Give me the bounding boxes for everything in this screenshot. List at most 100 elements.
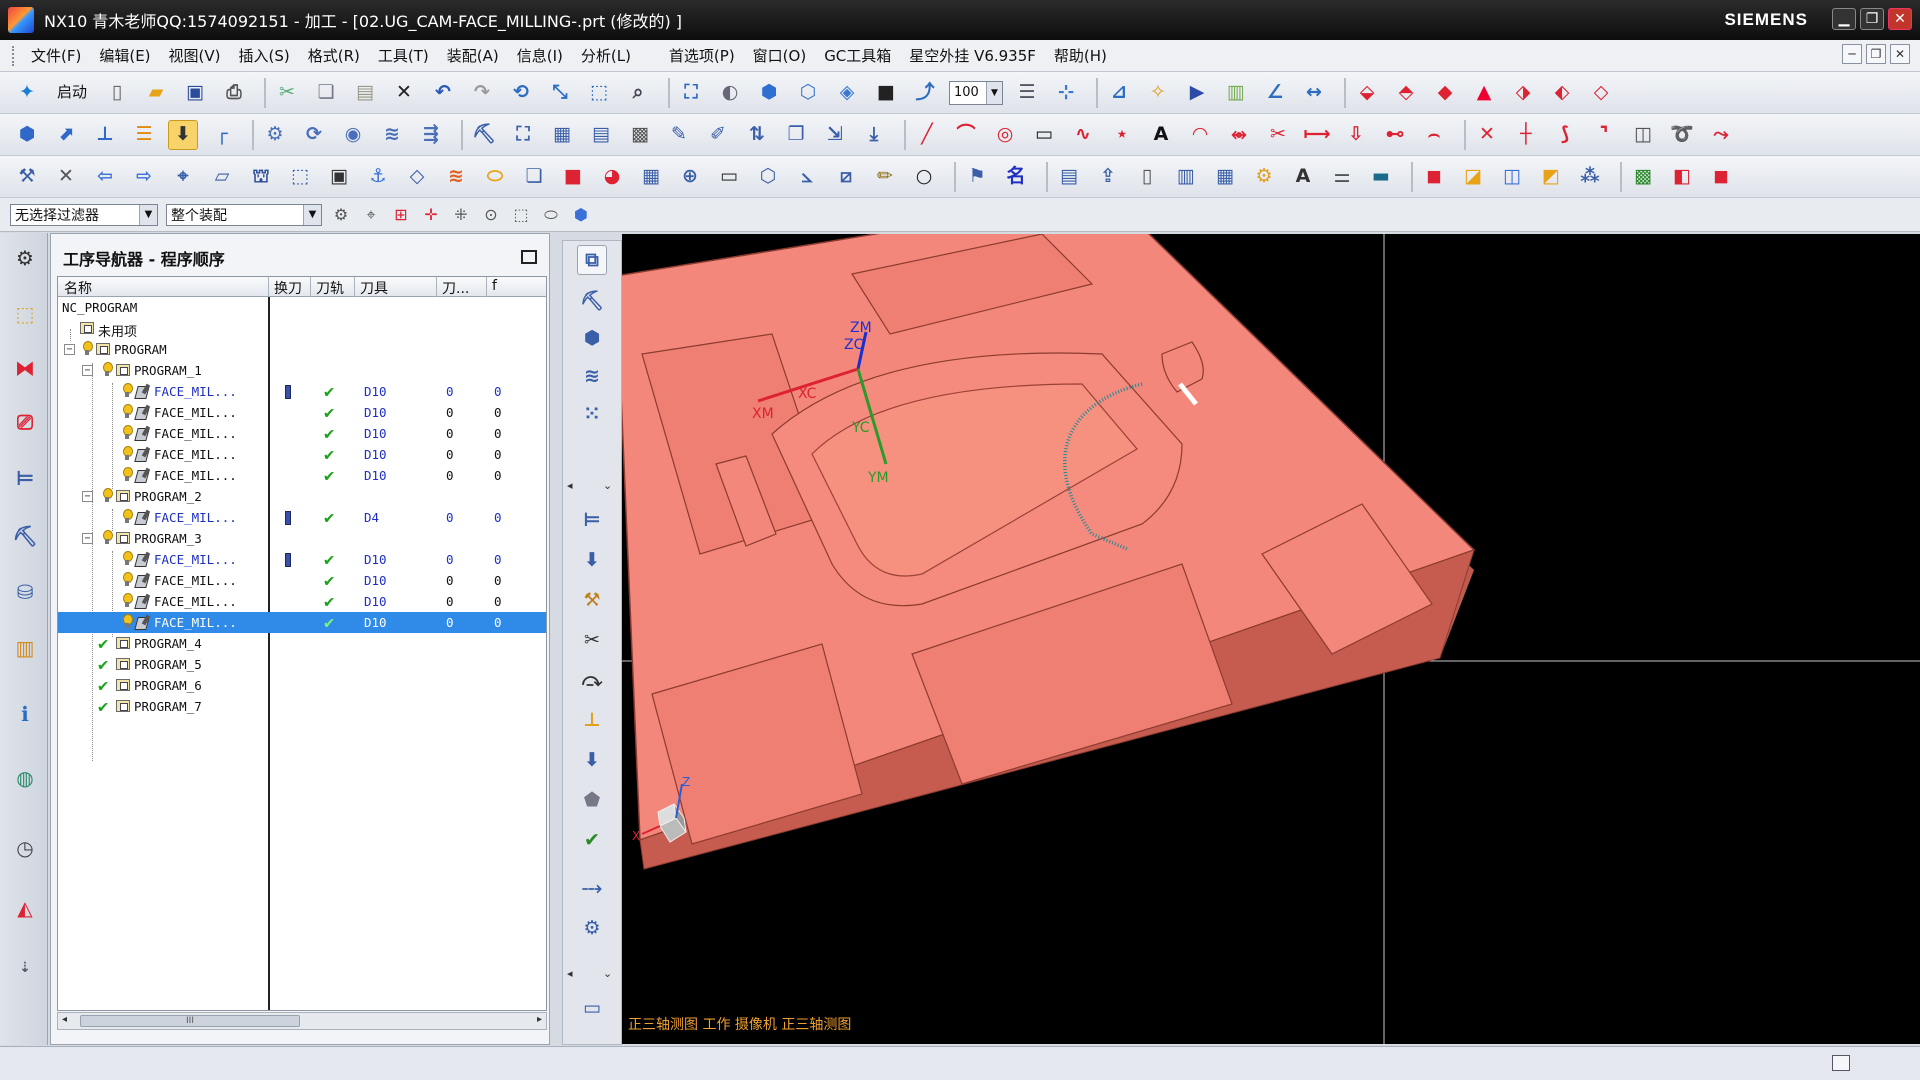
annotation-icon[interactable]: A bbox=[1288, 162, 1318, 192]
trim-icon[interactable]: ✂ bbox=[1263, 120, 1293, 150]
feature-extrude-icon[interactable]: ▲ bbox=[1469, 78, 1499, 108]
solid-pie-icon[interactable]: ◕ bbox=[597, 162, 627, 192]
color-cube-icon[interactable]: ◧ bbox=[1667, 162, 1697, 192]
helix-icon[interactable]: ➰ bbox=[1667, 120, 1697, 150]
scroll-thumb[interactable]: III bbox=[80, 1015, 300, 1027]
output-icon[interactable]: ▭ bbox=[577, 993, 607, 1023]
cut-params-icon[interactable]: ✂ bbox=[577, 625, 607, 655]
replay-toolpath-icon[interactable]: ⟳ bbox=[299, 120, 329, 150]
rect-select-icon[interactable]: ▭ bbox=[714, 162, 744, 192]
blue-cubes-icon[interactable]: ◫ bbox=[1497, 162, 1527, 192]
type-filter-combo[interactable]: 无选择过滤器 ▼ bbox=[10, 203, 158, 226]
tool-path-edit-icon[interactable]: ✐ bbox=[703, 120, 733, 150]
object-move-icon[interactable]: ⇲ bbox=[820, 120, 850, 150]
tool-library-icon[interactable]: ✕ bbox=[51, 162, 81, 192]
select-body-icon[interactable]: ⬭ bbox=[540, 204, 562, 226]
stock-icon[interactable]: ▱ bbox=[207, 162, 237, 192]
column-header-extra[interactable]: f bbox=[492, 278, 497, 294]
palette-icon[interactable]: ◭ bbox=[10, 893, 40, 923]
machine-icon[interactable]: ⛫ bbox=[246, 162, 276, 192]
grid-icon[interactable]: ▦ bbox=[636, 162, 666, 192]
chevron-down-icon[interactable]: ▼ bbox=[303, 204, 321, 225]
machine-navigator-icon[interactable]: ⛏ bbox=[10, 521, 40, 551]
maximize-panel-icon[interactable] bbox=[521, 250, 537, 264]
tree-row-operation[interactable]: FACE_MIL... ✔ D10 0 0 bbox=[58, 465, 546, 486]
tree-row-operation-selected[interactable]: FACE_MIL... ✔ D10 0 0 bbox=[58, 612, 546, 633]
snap-point-icon[interactable]: ⊞ bbox=[390, 204, 412, 226]
maximize-button[interactable]: ❐ bbox=[1860, 8, 1884, 30]
doc-close-button[interactable]: ✕ bbox=[1890, 44, 1910, 64]
engage-retract-icon[interactable]: ⬇ bbox=[577, 545, 607, 575]
scroll-right-icon[interactable]: ▸ bbox=[537, 1014, 542, 1025]
geometry-view-icon[interactable]: ⛶ bbox=[508, 120, 538, 150]
tree-row-program-1[interactable]: − PROGRAM_1 bbox=[58, 360, 546, 381]
assembly-navigator-icon[interactable]: ⧓ bbox=[10, 353, 40, 383]
arrow-right-icon[interactable]: ⇨ bbox=[129, 162, 159, 192]
machine-view-icon[interactable]: ⛏ bbox=[469, 120, 499, 150]
post-icon[interactable]: ⚙ bbox=[577, 913, 607, 943]
method-view-icon[interactable]: ▦ bbox=[547, 120, 577, 150]
post-process-icon[interactable]: ⇶ bbox=[416, 120, 446, 150]
iso-view-icon[interactable]: ◈ bbox=[832, 78, 862, 108]
snap-intersection-icon[interactable]: ⁜ bbox=[450, 204, 472, 226]
column-header-tool-change[interactable]: 换刀 bbox=[274, 278, 302, 298]
zoom-icon[interactable]: ⌕ bbox=[623, 78, 653, 108]
text-icon[interactable]: A bbox=[1146, 120, 1176, 150]
column-divider[interactable] bbox=[268, 277, 269, 297]
menu-analysis[interactable]: 分析(L) bbox=[572, 45, 640, 66]
rename-icon[interactable]: 名 bbox=[1001, 162, 1031, 192]
info-icon[interactable]: ℹ bbox=[10, 699, 40, 729]
line-icon[interactable]: ╱ bbox=[912, 120, 942, 150]
tree-row-program-4[interactable]: ✔ PROGRAM_4 bbox=[58, 633, 546, 654]
intersect-curve-icon[interactable]: ✕ bbox=[1472, 120, 1502, 150]
wrench-icon[interactable]: ⚒ bbox=[577, 585, 607, 615]
tree-row-operation[interactable]: FACE_MIL... ✔ D10 0 0 bbox=[58, 570, 546, 591]
constraint-navigator-icon[interactable]: ⎚ bbox=[10, 407, 40, 437]
part-navigator-icon[interactable]: ⬚ bbox=[10, 299, 40, 329]
selection-scope-combo[interactable]: 整个装配 ▼ bbox=[166, 203, 322, 226]
display-geometry-icon[interactable]: ⧉ bbox=[577, 245, 607, 275]
transfer-icon[interactable]: ⤏ bbox=[577, 873, 607, 903]
chevron-down-icon[interactable]: ▼ bbox=[986, 81, 1003, 104]
menu-insert[interactable]: 插入(S) bbox=[230, 45, 299, 66]
new-file-icon[interactable]: ▯ bbox=[102, 78, 132, 108]
create-tool-icon[interactable]: ⬈ bbox=[51, 120, 81, 150]
tree-row-program-3[interactable]: − PROGRAM_3 bbox=[58, 528, 546, 549]
tree-row-program[interactable]: − PROGRAM bbox=[58, 339, 546, 360]
gear-icon[interactable]: ⚙ bbox=[1249, 162, 1279, 192]
corner-icon[interactable]: ⌝ bbox=[1589, 120, 1619, 150]
feature-blend-icon[interactable]: ⬖ bbox=[1547, 78, 1577, 108]
tree-row-operation[interactable]: FACE_MIL... ✔ D10 0 0 bbox=[58, 381, 546, 402]
align-icon[interactable]: ⊕ bbox=[675, 162, 705, 192]
snap-endpoint-icon[interactable]: ⌖ bbox=[360, 204, 382, 226]
collapse-icon[interactable]: − bbox=[82, 533, 93, 544]
tree-row-unused[interactable]: 未用项 bbox=[58, 318, 546, 340]
snap-center-icon[interactable]: ⊙ bbox=[480, 204, 502, 226]
rectangle-select-icon[interactable]: ⬚ bbox=[510, 204, 532, 226]
generate-toolpath-icon[interactable]: ⚙ bbox=[260, 120, 290, 150]
cluster-icon[interactable]: ⁂ bbox=[1575, 162, 1605, 192]
part-model[interactable] bbox=[622, 234, 1476, 870]
join-curve-icon[interactable]: ⊷ bbox=[1380, 120, 1410, 150]
paste-icon[interactable]: ▤ bbox=[350, 78, 380, 108]
chevron-down-icon[interactable]: ▼ bbox=[139, 204, 157, 225]
menu-file[interactable]: 文件(F) bbox=[22, 45, 90, 66]
rule-icon[interactable]: ⧄ bbox=[831, 162, 861, 192]
arrow-left-icon[interactable]: ⇦ bbox=[90, 162, 120, 192]
minimize-button[interactable]: ▁ bbox=[1832, 8, 1856, 30]
settings-sliders-icon[interactable]: ⚌ bbox=[1327, 162, 1357, 192]
cut-icon[interactable]: ✂ bbox=[272, 78, 302, 108]
sort-icon[interactable]: ⇅ bbox=[742, 120, 772, 150]
circle-icon[interactable]: ◎ bbox=[990, 120, 1020, 150]
project-curve-icon[interactable]: ⇩ bbox=[1341, 120, 1371, 150]
batch-process-icon[interactable]: ▩ bbox=[625, 120, 655, 150]
save-icon[interactable]: ▣ bbox=[180, 78, 210, 108]
curve-settings-icon[interactable]: ⤳ bbox=[1706, 120, 1736, 150]
tree-row-operation[interactable]: FACE_MIL... ✔ D10 0 0 bbox=[58, 402, 546, 423]
tool-axis-icon[interactable]: ⤓ bbox=[859, 120, 889, 150]
status-window-icon[interactable] bbox=[1832, 1055, 1850, 1071]
close-button[interactable]: ✕ bbox=[1888, 8, 1912, 30]
measure-angle-icon[interactable]: ∠ bbox=[1260, 78, 1290, 108]
tree-row-program-5[interactable]: ✔ PROGRAM_5 bbox=[58, 654, 546, 675]
collapse-icon[interactable]: − bbox=[82, 491, 93, 502]
